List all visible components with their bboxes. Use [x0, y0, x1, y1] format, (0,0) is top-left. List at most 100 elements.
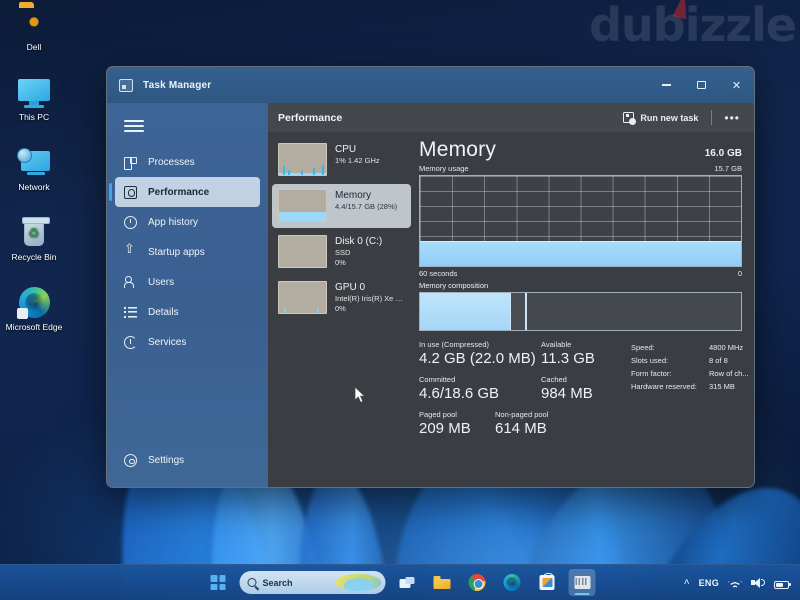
users-icon [124, 275, 137, 289]
microsoft-store-button[interactable] [534, 569, 561, 596]
resource-name: GPU 0 [335, 282, 366, 293]
resource-item-gpu-0[interactable]: GPU 0 Intel(R) Iris(R) Xe Grap... 0% [272, 276, 411, 320]
content-header: Performance Run new task ••• [268, 103, 754, 132]
sidebar-item-label: Users [148, 276, 175, 288]
sidebar: Processes Performance App history Startu… [107, 103, 268, 487]
resource-usage: 0% [335, 258, 346, 267]
memory-heading: Memory [419, 138, 497, 161]
resource-detail: 4.4/15.7 GB (28%) [335, 202, 398, 211]
performance-icon [124, 185, 137, 199]
microsoft-store-icon [539, 572, 555, 590]
maximize-button[interactable] [684, 67, 719, 103]
battery-icon[interactable] [774, 580, 791, 589]
wifi-icon[interactable] [728, 581, 742, 589]
hardware-label: Form factor: [631, 369, 672, 378]
desktop-icon-network[interactable]: Network [4, 146, 64, 193]
task-manager-icon [119, 78, 133, 92]
sidebar-item-label: Details [148, 306, 179, 318]
gpu-sparkline [278, 281, 327, 314]
recycle-bin-icon [17, 216, 51, 250]
hardware-row: Speed: 4800 MHz [631, 341, 754, 354]
sidebar-item-label: Services [148, 336, 187, 348]
sidebar-item-users[interactable]: Users [115, 267, 260, 297]
run-new-task-label: Run new task [640, 112, 699, 123]
watermark-text: dubizzle [589, 0, 797, 52]
edge-icon [17, 286, 51, 320]
desktop-icon-label: Microsoft Edge [5, 322, 63, 332]
sidebar-item-app-history[interactable]: App history [115, 207, 260, 237]
sidebar-item-services[interactable]: Services [115, 327, 260, 357]
cpu-sparkline [278, 143, 327, 176]
system-tray: ˄ ENG [684, 576, 800, 589]
task-manager-taskbar-button[interactable] [568, 569, 596, 596]
task-view-icon [399, 576, 415, 589]
run-new-task-button[interactable]: Run new task [616, 108, 705, 127]
resource-usage: 0% [335, 304, 346, 313]
language-indicator[interactable]: ENG [699, 578, 719, 588]
stat-value: 614 MB [495, 420, 547, 437]
stat-available: Available 11.3 GB [541, 340, 631, 368]
edge-button[interactable] [499, 569, 526, 596]
sidebar-item-label: Startup apps [148, 246, 205, 258]
hardware-row: Form factor: Row of ch... [631, 367, 754, 380]
resource-item-disk-0[interactable]: Disk 0 (C:) SSD 0% [272, 230, 411, 274]
desktop-icon-label: This PC [18, 112, 50, 122]
sidebar-item-details[interactable]: Details [115, 297, 260, 327]
minimize-button[interactable] [649, 67, 684, 103]
folder-icon [17, 6, 51, 40]
stat-label: Paged pool [419, 410, 457, 419]
search-input[interactable]: Search [239, 571, 386, 594]
window-controls: ✕ [649, 67, 754, 103]
memory-composition-bar[interactable] [419, 292, 742, 331]
desktop-icon-recycle-bin[interactable]: Recycle Bin [4, 216, 64, 263]
volume-icon[interactable] [751, 576, 765, 589]
hardware-label: Hardware reserved: [631, 382, 697, 391]
close-button[interactable]: ✕ [719, 67, 754, 103]
resource-name: CPU [335, 144, 357, 155]
window-titlebar[interactable]: Task Manager ✕ [107, 67, 754, 103]
sidebar-item-label: Processes [148, 156, 195, 168]
run-new-task-icon [623, 112, 637, 125]
chevron-up-icon[interactable]: ˄ [684, 577, 690, 588]
desktop-icon-microsoft-edge[interactable]: Microsoft Edge [4, 286, 64, 333]
sidebar-item-settings[interactable]: Settings [115, 445, 260, 475]
desktop-icon-dell[interactable]: Dell [4, 6, 64, 53]
stat-non-paged-pool: Non-paged pool 614 MB [495, 410, 595, 438]
network-icon [17, 146, 51, 180]
content-area: Performance Run new task ••• CPU 1% 1.42… [268, 103, 754, 487]
x-axis-right-label: 0 [737, 269, 742, 278]
stat-label: Non-paged pool [495, 410, 549, 419]
task-view-button[interactable] [394, 569, 421, 596]
stat-label: Cached [541, 375, 567, 384]
file-explorer-button[interactable] [429, 569, 456, 596]
hardware-value: 315 MB [709, 382, 735, 391]
chrome-button[interactable] [464, 569, 491, 596]
resource-item-cpu[interactable]: CPU 1% 1.42 GHz [272, 138, 411, 182]
stat-label: Available [541, 340, 572, 349]
file-explorer-icon [433, 576, 451, 589]
memory-sparkline [278, 189, 327, 222]
stat-value: 4.6/18.6 GB [419, 385, 500, 402]
graph-max-label: 15.7 GB [714, 164, 742, 173]
hardware-info: Speed: 4800 MHz Slots used: 8 of 8 Form … [631, 340, 754, 445]
resource-list: CPU 1% 1.42 GHz Memory 4.4/15.7 GB (28%) [268, 132, 413, 487]
sidebar-item-startup-apps[interactable]: Startup apps [115, 237, 260, 267]
stat-cached: Cached 984 MB [541, 375, 631, 403]
details-icon [124, 305, 137, 319]
hardware-value: 8 of 8 [709, 356, 728, 365]
page-title: Performance [278, 111, 343, 124]
task-manager-window[interactable]: Task Manager ✕ Processes Performance App… [106, 66, 755, 488]
services-icon [124, 335, 137, 349]
hamburger-icon[interactable] [115, 111, 153, 141]
sidebar-item-processes[interactable]: Processes [115, 147, 260, 177]
hardware-label: Slots used: [631, 356, 669, 365]
sidebar-item-performance[interactable]: Performance [109, 177, 260, 207]
memory-usage-chart [419, 175, 742, 267]
desktop-icon-label: Recycle Bin [11, 252, 57, 262]
more-options-button[interactable]: ••• [718, 111, 746, 125]
composition-segment-in-use [420, 293, 510, 330]
resource-item-memory[interactable]: Memory 4.4/15.7 GB (28%) [272, 184, 411, 228]
desktop-icon-this-pc[interactable]: This PC [4, 76, 64, 123]
composition-segment-free [525, 293, 741, 330]
start-button[interactable] [205, 569, 232, 596]
